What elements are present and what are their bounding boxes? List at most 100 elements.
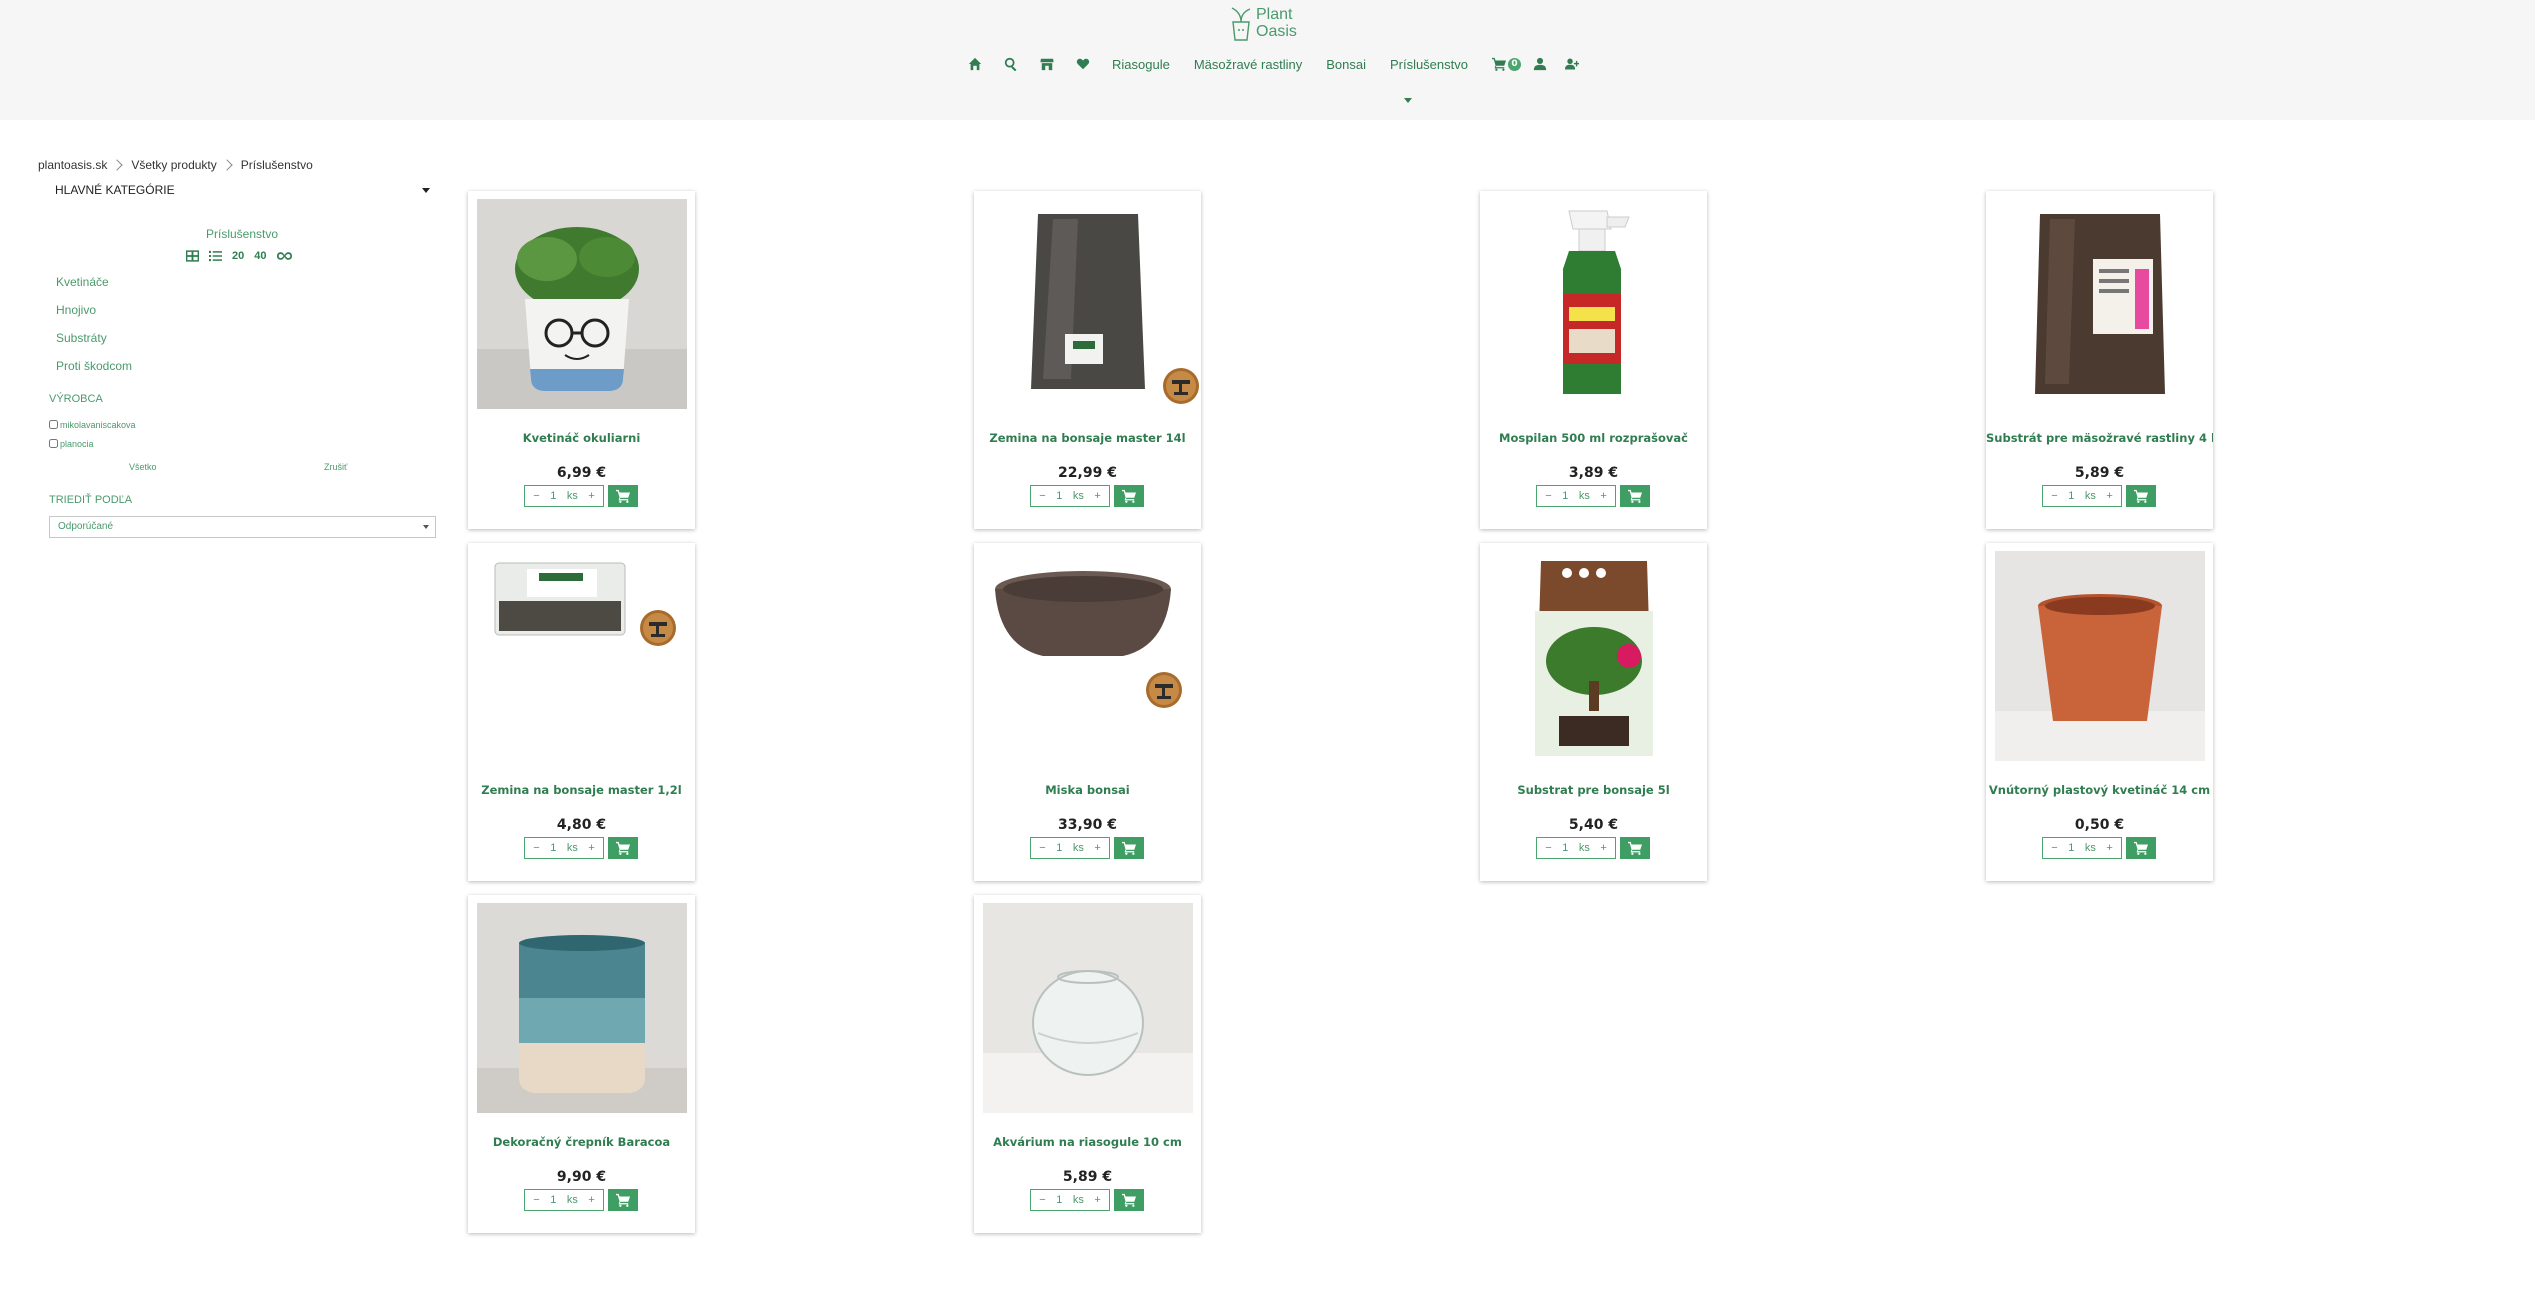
subcategory-item[interactable]: Proti škodcom — [56, 358, 132, 386]
quantity-value[interactable]: 1 — [1056, 490, 1062, 502]
quantity-increase-button[interactable]: + — [588, 1194, 594, 1206]
brand-clear-link[interactable]: Zrušiť — [324, 462, 347, 472]
add-to-cart-button[interactable] — [608, 485, 638, 507]
sort-select[interactable]: Odporúčané — [49, 516, 436, 538]
quantity-decrease-button[interactable]: − — [2051, 490, 2057, 502]
product-name[interactable]: Akvárium na riasogule 10 cm — [974, 1135, 1201, 1149]
quantity-increase-button[interactable]: + — [2106, 490, 2112, 502]
product-price: 9,90 € — [556, 1169, 607, 1185]
quantity-value[interactable]: 1 — [550, 842, 556, 854]
quantity-decrease-button[interactable]: − — [2051, 842, 2057, 854]
product-image[interactable] — [477, 199, 687, 409]
add-to-cart-button[interactable] — [1620, 837, 1650, 859]
quantity-increase-button[interactable]: + — [2106, 842, 2112, 854]
brand-checkbox[interactable] — [49, 439, 58, 448]
quantity-decrease-button[interactable]: − — [533, 842, 539, 854]
quantity-value[interactable]: 1 — [1056, 842, 1062, 854]
grid-view-icon[interactable] — [186, 250, 199, 262]
quantity-increase-button[interactable]: + — [1600, 490, 1606, 502]
chevron-down-icon[interactable] — [1404, 98, 1412, 103]
product-image[interactable] — [1489, 551, 1699, 761]
search-icon[interactable] — [1004, 57, 1018, 71]
breadcrumb-home[interactable]: plantoasis.sk — [38, 158, 107, 172]
quantity-value[interactable]: 1 — [1056, 1194, 1062, 1206]
product-image[interactable] — [477, 903, 687, 1113]
product-name[interactable]: Vnútorný plastový kvetináč 14 cm — [1986, 783, 2213, 797]
product-name[interactable]: Substrát pre mäsožravé rastliny 4 l — [1986, 431, 2213, 445]
product-name[interactable]: Zemina na bonsaje master 14l — [974, 431, 1201, 445]
quantity-decrease-button[interactable]: − — [533, 490, 539, 502]
user-icon[interactable] — [1533, 57, 1547, 71]
site-logo[interactable]: Plant Oasis — [1230, 2, 1310, 44]
main-nav: Riasogule Mäsožravé rastliny Bonsai Prís… — [968, 54, 1601, 74]
product-name[interactable]: Mospilan 500 ml rozprašovač — [1480, 431, 1707, 445]
product-name[interactable]: Zemina na bonsaje master 1,2l — [468, 783, 695, 797]
quantity-increase-button[interactable]: + — [1600, 842, 1606, 854]
quantity-decrease-button[interactable]: − — [1039, 842, 1045, 854]
user-plus-icon[interactable] — [1565, 57, 1579, 71]
quantity-increase-button[interactable]: + — [1094, 490, 1100, 502]
quantity-value[interactable]: 1 — [550, 1194, 556, 1206]
product-card: Zemina na bonsaje master 1,2l 4,80 € − 1… — [468, 543, 695, 881]
quantity-value[interactable]: 1 — [2068, 842, 2074, 854]
subcategory-item[interactable]: Substráty — [56, 330, 132, 358]
quantity-increase-button[interactable]: + — [588, 842, 594, 854]
add-to-cart-button[interactable] — [608, 1189, 638, 1211]
quantity-value[interactable]: 1 — [1562, 490, 1568, 502]
add-to-cart-button[interactable] — [2126, 485, 2156, 507]
quantity-decrease-button[interactable]: − — [533, 1194, 539, 1206]
add-to-cart-button[interactable] — [1114, 485, 1144, 507]
add-to-cart-button[interactable] — [608, 837, 638, 859]
add-to-cart-button[interactable] — [1114, 1189, 1144, 1211]
store-icon[interactable] — [1040, 57, 1054, 71]
quantity-increase-button[interactable]: + — [1094, 1194, 1100, 1206]
product-image[interactable] — [1995, 551, 2205, 761]
add-to-cart-button[interactable] — [2126, 837, 2156, 859]
list-view-icon[interactable] — [209, 250, 222, 262]
product-image[interactable] — [983, 903, 1193, 1113]
quantity-value[interactable]: 1 — [550, 490, 556, 502]
add-to-cart-button[interactable] — [1620, 485, 1650, 507]
product-image[interactable] — [477, 551, 687, 761]
brand-option[interactable]: mikolavaniscakova — [49, 415, 136, 434]
subcategory-item[interactable]: Kvetináče — [56, 274, 132, 302]
quantity-decrease-button[interactable]: − — [1039, 490, 1045, 502]
breadcrumb-all-products[interactable]: Všetky produkty — [131, 158, 216, 172]
product-name[interactable]: Substrat pre bonsaje 5l — [1480, 783, 1707, 797]
brand-checkbox[interactable] — [49, 420, 58, 429]
product-image[interactable] — [1995, 199, 2205, 409]
page-size-20[interactable]: 20 — [232, 250, 244, 262]
home-icon[interactable] — [968, 57, 982, 71]
quantity-row: − 1 ks + — [1536, 485, 1650, 507]
quantity-value[interactable]: 1 — [2068, 490, 2074, 502]
heart-icon[interactable] — [1076, 57, 1090, 71]
nav-link-accessories[interactable]: Príslušenstvo — [1390, 57, 1468, 72]
brand-select-all-link[interactable]: Všetko — [129, 462, 157, 472]
page-size-40[interactable]: 40 — [254, 250, 266, 262]
product-image[interactable] — [1489, 199, 1699, 409]
product-image[interactable] — [983, 551, 1193, 761]
main-categories-toggle[interactable]: HLAVNÉ KATEGÓRIE — [55, 183, 430, 197]
subcategory-item[interactable]: Hnojivo — [56, 302, 132, 330]
quantity-decrease-button[interactable]: − — [1545, 842, 1551, 854]
product-card: Substrat pre bonsaje 5l 5,40 € − 1 ks + — [1480, 543, 1707, 881]
brand-option[interactable]: planocia — [49, 434, 136, 453]
nav-link-carnivorous[interactable]: Mäsožravé rastliny — [1194, 57, 1302, 72]
quantity-decrease-button[interactable]: − — [1545, 490, 1551, 502]
add-to-cart-button[interactable] — [1114, 837, 1144, 859]
quantity-increase-button[interactable]: + — [1094, 842, 1100, 854]
cart-button[interactable]: 0 — [1492, 57, 1521, 71]
quantity-decrease-button[interactable]: − — [1039, 1194, 1045, 1206]
nav-link-riasogule[interactable]: Riasogule — [1112, 57, 1170, 72]
quantity-stepper: − 1 ks + — [1030, 1189, 1110, 1211]
product-name[interactable]: Miska bonsai — [974, 783, 1201, 797]
infinity-icon[interactable] — [276, 250, 292, 262]
product-name[interactable]: Dekoračný črepník Baracoa — [468, 1135, 695, 1149]
cart-icon — [1628, 841, 1642, 855]
nav-link-bonsai[interactable]: Bonsai — [1326, 57, 1366, 72]
quantity-value[interactable]: 1 — [1562, 842, 1568, 854]
product-name[interactable]: Kvetináč okuliarni — [468, 431, 695, 445]
quantity-increase-button[interactable]: + — [588, 490, 594, 502]
cart-icon — [2134, 489, 2148, 503]
cart-icon — [1492, 57, 1506, 71]
